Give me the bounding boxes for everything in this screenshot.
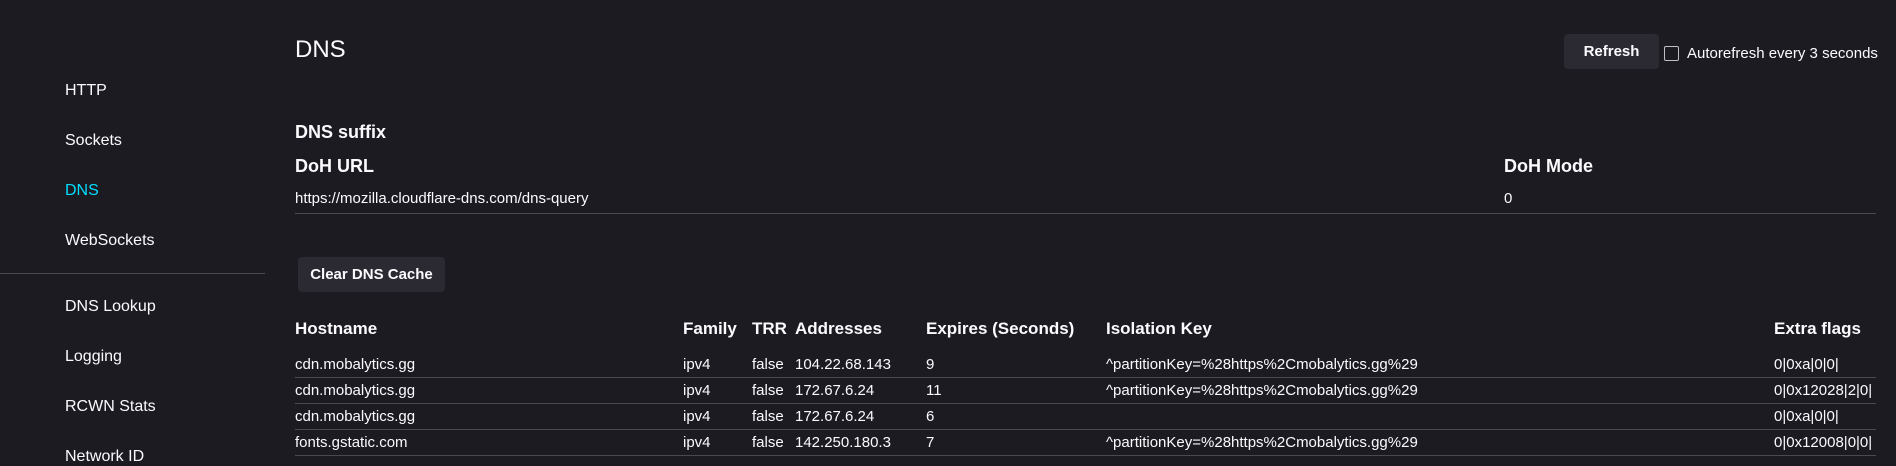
sidebar-item-websockets[interactable]: WebSockets [65, 232, 155, 250]
isolation-key-cell: ^partitionKey=%28https%2Cmobalytics.gg%2… [1106, 382, 1418, 399]
trr-cell: false [752, 408, 784, 425]
extra-flags-cell: 0|0xa|0|0| [1774, 408, 1839, 425]
clear-dns-cache-button[interactable]: Clear DNS Cache [298, 257, 445, 292]
hostname-cell: cdn.mobalytics.gg [295, 382, 416, 399]
sidebar-item-network-id[interactable]: Network ID [65, 448, 144, 466]
sidebar-divider [0, 273, 265, 274]
column-header-trr: TRR [752, 319, 787, 338]
autorefresh-label: Autorefresh every 3 seconds [1687, 45, 1878, 62]
family-cell: ipv4 [683, 408, 711, 425]
extra-flags-cell: 0|0x12008|0|0| [1774, 434, 1873, 451]
doh-url-value: https://mozilla.cloudflare-dns.com/dns-q… [295, 190, 589, 207]
hostname-cell: cdn.mobalytics.gg [295, 408, 416, 425]
sidebar-item-dns[interactable]: DNS [65, 182, 99, 200]
hostname-cell: fonts.gstatic.com [295, 434, 408, 451]
table-row: cdn.mobalytics.gg ipv4 false 172.67.6.24… [295, 378, 1876, 404]
family-cell: ipv4 [683, 356, 711, 373]
table-row: cdn.mobalytics.gg ipv4 false 104.22.68.1… [295, 352, 1876, 378]
addresses-cell: 142.250.180.3 [795, 434, 891, 451]
isolation-key-cell: ^partitionKey=%28https%2Cmobalytics.gg%2… [1106, 434, 1418, 451]
table-row: fonts.gstatic.com ipv4 false 142.250.180… [295, 430, 1876, 456]
family-cell: ipv4 [683, 382, 711, 399]
sidebar-item-dns-lookup[interactable]: DNS Lookup [65, 298, 156, 316]
family-cell: ipv4 [683, 434, 711, 451]
isolation-key-cell: ^partitionKey=%28https%2Cmobalytics.gg%2… [1106, 356, 1418, 373]
column-header-hostname: Hostname [295, 319, 378, 338]
trr-cell: false [752, 356, 784, 373]
addresses-cell: 104.22.68.143 [795, 356, 891, 373]
expires-cell: 9 [926, 356, 935, 373]
sidebar-item-rcwn-stats[interactable]: RCWN Stats [65, 398, 156, 416]
expires-cell: 11 [926, 382, 942, 399]
hostname-cell: cdn.mobalytics.gg [295, 356, 416, 373]
sidebar-item-logging[interactable]: Logging [65, 348, 122, 366]
sidebar-item-http[interactable]: HTTP [65, 82, 107, 100]
doh-mode-heading: DoH Mode [1504, 156, 1593, 176]
column-header-family: Family [683, 319, 737, 338]
table-row: cdn.mobalytics.gg ipv4 false 172.67.6.24… [295, 404, 1876, 430]
trr-cell: false [752, 434, 784, 451]
expires-cell: 6 [926, 408, 935, 425]
doh-divider [295, 213, 1876, 214]
column-header-addresses: Addresses [795, 319, 882, 338]
page-title: DNS [295, 36, 346, 63]
sidebar-item-sockets[interactable]: Sockets [65, 132, 122, 150]
sidebar: HTTP Sockets DNS WebSockets DNS Lookup L… [0, 0, 265, 465]
extra-flags-cell: 0|0xa|0|0| [1774, 356, 1839, 373]
column-header-isolation-key: Isolation Key [1106, 319, 1212, 338]
autorefresh-toggle[interactable]: Autorefresh every 3 seconds [1664, 45, 1878, 62]
row-divider [295, 455, 1876, 456]
column-header-extra-flags: Extra flags [1774, 319, 1861, 338]
doh-url-heading: DoH URL [295, 156, 374, 176]
addresses-cell: 172.67.6.24 [795, 382, 875, 399]
main-content: DNS Refresh Autorefresh every 3 seconds … [295, 0, 1878, 462]
doh-mode-value: 0 [1504, 190, 1513, 207]
addresses-cell: 172.67.6.24 [795, 408, 875, 425]
extra-flags-cell: 0|0x12028|2|0| [1774, 382, 1873, 399]
expires-cell: 7 [926, 434, 935, 451]
column-header-expires: Expires (Seconds) [926, 319, 1075, 338]
dns-suffix-heading: DNS suffix [295, 122, 387, 142]
autorefresh-checkbox[interactable] [1664, 46, 1679, 61]
trr-cell: false [752, 382, 784, 399]
refresh-button[interactable]: Refresh [1564, 34, 1659, 69]
